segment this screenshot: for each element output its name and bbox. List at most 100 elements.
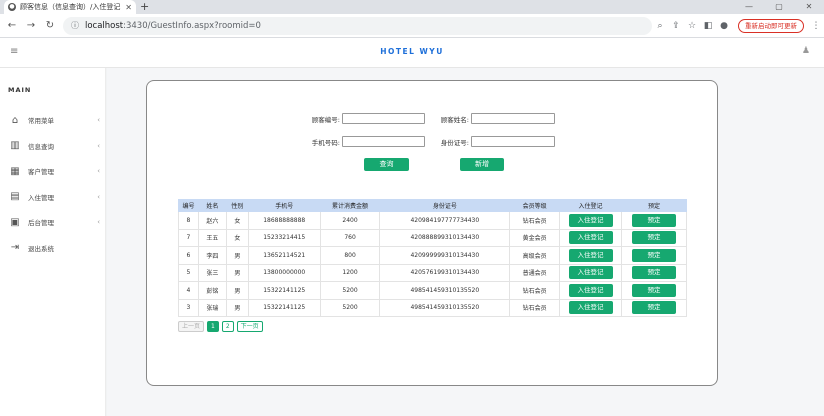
cell-gender: 男 bbox=[225, 246, 249, 265]
id-card-label: 身份证号: bbox=[440, 138, 469, 147]
checkin-button[interactable]: 入住登记 bbox=[568, 301, 613, 315]
prev-page-button[interactable]: 上一页 bbox=[178, 321, 205, 332]
cell-gender: 女 bbox=[225, 228, 249, 247]
share-icon[interactable]: ⇪ bbox=[668, 21, 684, 31]
sidebar-item-label: 客户管理 bbox=[28, 168, 54, 176]
reserve-button[interactable]: 预定 bbox=[632, 213, 676, 227]
cell-checkin: 入住登记 bbox=[559, 228, 623, 247]
reload-icon[interactable]: ↻ bbox=[43, 20, 57, 31]
cell-id: 7 bbox=[178, 228, 199, 247]
cell-id-card: 420984197777734430 bbox=[379, 211, 511, 230]
restart-update-button[interactable]: 重新启动即可更新 bbox=[738, 18, 805, 33]
sidebar-item-2[interactable]: ▦ 客户管理 ‹ bbox=[8, 163, 100, 179]
reserve-button[interactable]: 预定 bbox=[632, 266, 676, 280]
search-button[interactable]: 查询 bbox=[364, 158, 409, 171]
logout-icon: ⇥ bbox=[10, 242, 20, 253]
phone-input[interactable] bbox=[342, 136, 425, 147]
table-row: 8 赵六女 18688888888 2400 420984197777734430 钻石会… bbox=[178, 211, 687, 230]
cell-level: 普通会员 bbox=[509, 263, 561, 282]
back-icon[interactable]: ← bbox=[5, 20, 19, 31]
add-button[interactable]: 新增 bbox=[460, 158, 504, 171]
cell-reserve: 预定 bbox=[621, 211, 687, 230]
next-page-button[interactable]: 下一页 bbox=[236, 321, 263, 332]
guest-table: 编号 姓名 性别 手机号 累计消费金额 身份证号 会员等级 入住登记 预定 8 赵六女 186888… bbox=[178, 199, 687, 317]
address-bar[interactable]: ⓘ localhost:3430/GuestInfo.aspx?roomid=0 bbox=[62, 16, 653, 35]
sidebar-item-label: 入住管理 bbox=[28, 193, 54, 202]
cell-gender: 女 bbox=[225, 211, 249, 230]
home-icon: ⌂ bbox=[11, 114, 19, 126]
id-card-row: 身份证号: bbox=[427, 136, 555, 147]
phone-label: 手机号码: bbox=[311, 138, 340, 147]
checkin-button[interactable]: 入住登记 bbox=[568, 266, 613, 280]
guest-name-input[interactable] bbox=[471, 113, 555, 124]
browser-tab-strip: ● 顾客信息（信息查询）/入住登记 ✕ + — ▢ ✕ bbox=[0, 0, 824, 14]
cell-level: 钻石会员 bbox=[509, 298, 561, 317]
main-content: 顾客编号: 顾客姓名: 手机号码: 身份证号: 查询 新增 编号 姓名 性别 手机号累… bbox=[107, 68, 824, 416]
cell-reserve: 预定 bbox=[621, 281, 687, 300]
close-tab-icon[interactable]: ✕ bbox=[125, 3, 132, 12]
minimize-icon[interactable]: — bbox=[734, 0, 764, 14]
forward-icon[interactable]: → bbox=[24, 20, 38, 31]
cell-reserve: 预定 bbox=[621, 298, 687, 317]
tab-title: 顾客信息（信息查询）/入住登记 bbox=[20, 3, 121, 11]
checkin-button[interactable]: 入住登记 bbox=[568, 231, 613, 245]
zoom-icon[interactable]: ⌕ bbox=[652, 21, 668, 31]
cell-id-card: 498541459310135520 bbox=[379, 281, 511, 300]
sidebar-item-label: 信息查询 bbox=[28, 142, 54, 151]
cell-phone: 13800000000 bbox=[247, 263, 321, 282]
cell-phone: 15233214415 bbox=[247, 228, 321, 247]
menu-dots-icon[interactable]: ⋮ bbox=[808, 21, 824, 31]
sidebar-item-1[interactable]: ▥ 信息查询 ‹ bbox=[8, 138, 100, 154]
calendar-icon: ▦ bbox=[10, 165, 20, 177]
cell-phone: 13652114521 bbox=[247, 246, 321, 265]
bookmark-star-icon[interactable]: ☆ bbox=[684, 21, 700, 31]
cell-name: 王五 bbox=[197, 228, 227, 247]
info-icon[interactable]: ⓘ bbox=[71, 20, 79, 31]
page-button-1[interactable]: 1 bbox=[207, 321, 219, 332]
close-window-icon[interactable]: ✕ bbox=[794, 0, 824, 14]
window-controls: — ▢ ✕ bbox=[734, 0, 824, 14]
maximize-icon[interactable]: ▢ bbox=[764, 0, 794, 14]
reserve-button[interactable]: 预定 bbox=[632, 231, 676, 245]
app-header: ≡ HOTEL WYU ♟ bbox=[0, 38, 824, 68]
grid-icon: ▣ bbox=[10, 216, 20, 228]
cell-total: 5200 bbox=[319, 298, 381, 317]
sidebar-item-3[interactable]: ▤ 入住管理 ‹ bbox=[8, 189, 100, 205]
page-button-2[interactable]: 2 bbox=[221, 321, 234, 332]
table-row: 7 王五女 15233214415 760 420888899310134430 黄金会员… bbox=[178, 228, 687, 247]
new-tab-icon[interactable]: + bbox=[140, 0, 149, 14]
checkin-button[interactable]: 入住登记 bbox=[568, 248, 613, 262]
checkin-button[interactable]: 入住登记 bbox=[568, 213, 613, 227]
sidebar-title: MAIN bbox=[8, 86, 32, 94]
cell-checkin: 入住登记 bbox=[559, 281, 623, 300]
guest-id-input[interactable] bbox=[342, 113, 425, 124]
cell-id-card: 498541459310135520 bbox=[379, 298, 511, 317]
column-header: 编号 bbox=[178, 199, 199, 212]
sidebar-item-label: 后台管理 bbox=[28, 219, 54, 227]
side-panel-icon[interactable]: ◧ bbox=[700, 21, 716, 31]
cell-reserve: 预定 bbox=[621, 263, 687, 282]
cell-total: 1200 bbox=[319, 263, 381, 282]
checkin-button[interactable]: 入住登记 bbox=[568, 283, 613, 297]
sidebar-item-5[interactable]: ⇥ 退出系统 bbox=[8, 240, 100, 256]
sidebar-item-0[interactable]: ⌂ 常用菜单 ‹ bbox=[8, 112, 100, 128]
browser-tab[interactable]: ● 顾客信息（信息查询）/入住登记 ✕ bbox=[4, 0, 136, 14]
chevron-left-icon: ‹ bbox=[97, 218, 100, 226]
cell-level: 黄金会员 bbox=[509, 228, 561, 247]
cell-total: 760 bbox=[319, 228, 381, 247]
favicon-icon: ● bbox=[8, 3, 16, 11]
reserve-button[interactable]: 预定 bbox=[632, 301, 676, 315]
guest-name-row: 顾客姓名: bbox=[427, 113, 555, 124]
reserve-button[interactable]: 预定 bbox=[632, 248, 676, 262]
cell-id-card: 420999999310134430 bbox=[379, 246, 511, 265]
id-card-input[interactable] bbox=[471, 136, 555, 147]
bell-icon[interactable]: ♟ bbox=[802, 46, 810, 56]
cell-name: 张三 bbox=[197, 263, 227, 282]
cell-checkin: 入住登记 bbox=[559, 263, 623, 282]
column-header: 入住登记 bbox=[559, 199, 623, 212]
sidebar-item-4[interactable]: ▣ 后台管理 ‹ bbox=[8, 214, 100, 230]
reserve-button[interactable]: 预定 bbox=[632, 283, 676, 297]
profile-icon[interactable]: ● bbox=[716, 21, 732, 31]
column-header: 累计消费金额 bbox=[319, 199, 381, 212]
cell-gender: 男 bbox=[225, 263, 249, 282]
